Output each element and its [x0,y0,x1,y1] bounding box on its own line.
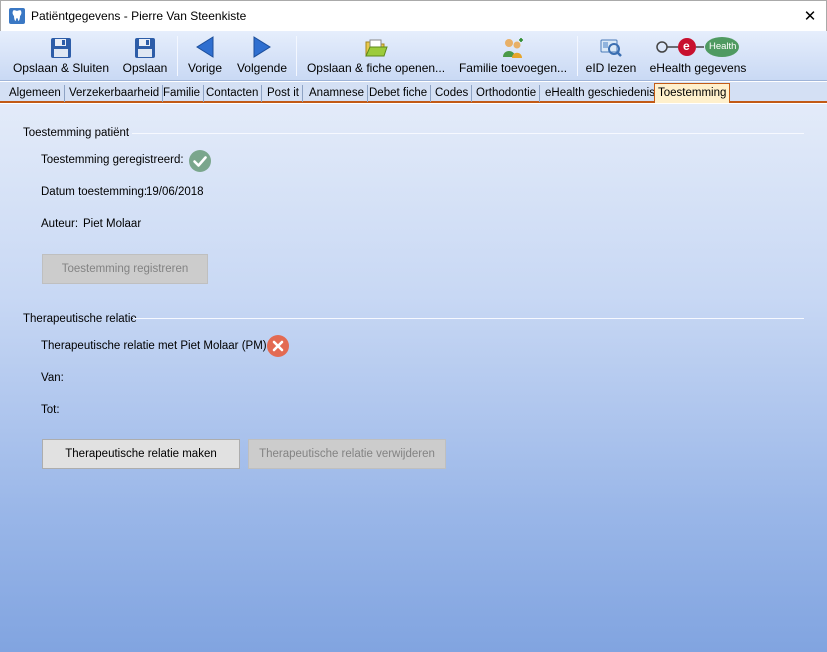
add-family-button[interactable]: Familie toevoegen... [456,31,570,81]
tab-orthodontie[interactable]: Orthodontie [473,85,541,102]
save-button[interactable]: Opslaan [120,31,170,81]
error-circle-icon [267,335,289,357]
consent-registered-label: Toestemming geregistreerd: [41,154,184,166]
therapeutic-group-title: Therapeutische relatie [23,313,137,325]
close-window-button[interactable]: ✕ [794,1,826,31]
next-label: Volgende [236,61,288,75]
save-label: Opslaan [122,61,168,75]
therapeutic-from-label: Van: [41,372,64,384]
consent-author-value: Piet Molaar [83,218,142,230]
tab-verzekerbaarheid[interactable]: Verzekerbaarheid [66,85,164,102]
remove-therapeutic-relation-button[interactable]: Therapeutische relatie verwijderen [248,439,446,469]
ehealth-logo-text: Health [709,41,737,52]
save-close-button[interactable]: Opslaan & Sluiten [12,31,110,81]
consent-author-label: Auteur: [41,218,79,230]
ehealth-data-button[interactable]: e Health eHealth gegevens [646,31,750,81]
therapeutic-to-label: Tot: [41,404,60,416]
arrow-left-icon [194,31,216,59]
toolbar-separator [177,36,178,76]
ehealth-logo-icon: e Health [656,31,740,59]
tab-post-it[interactable]: Post it [264,85,303,102]
toolbar-separator [296,36,297,76]
open-folder-icon [364,31,388,59]
save-open-card-label: Opslaan & fiche openen... [306,61,446,75]
tab-anamnese[interactable]: Anamnese [306,85,368,102]
consent-date-value: 19/06/2018 [146,186,204,198]
register-consent-button[interactable]: Toestemming registreren [42,254,208,284]
group-divider [132,133,804,134]
consent-date-label: Datum toestemming: [41,186,148,198]
close-icon: ✕ [803,8,817,25]
save-close-label: Opslaan & Sluiten [12,61,110,75]
id-card-magnifier-icon [599,31,623,59]
tab-codes[interactable]: Codes [432,85,473,102]
toolbar-separator [577,36,578,76]
consent-panel: Toestemming patiënt Toestemming geregist… [0,104,827,652]
next-button[interactable]: Volgende [234,31,290,81]
tab-contacten[interactable]: Contacten [203,85,263,102]
tab-familie[interactable]: Familie [160,85,205,102]
ehealth-data-label: eHealth gegevens [649,61,747,75]
arrow-right-icon [251,31,273,59]
tab-strip: Algemeen Verzekerbaarheid Familie Contac… [0,82,827,103]
check-circle-icon [189,150,211,172]
tab-algemeen[interactable]: Algemeen [6,85,65,102]
therapeutic-relation-label: Therapeutische relatie met Piet Molaar (… [41,340,270,352]
consent-group-title: Toestemming patiënt [23,127,130,139]
title-bar: Patiëntgegevens - Pierre Van Steenkiste … [0,0,827,31]
ehealth-logo-e: e [683,39,690,53]
tooth-app-icon [9,8,25,24]
window-title: Patiëntgegevens - Pierre Van Steenkiste [31,9,247,23]
eid-read-button[interactable]: eID lezen [584,31,638,81]
family-icon [500,31,526,59]
previous-label: Vorige [187,61,223,75]
eid-read-label: eID lezen [585,61,637,75]
floppy-disk-icon [134,31,156,59]
make-therapeutic-relation-button[interactable]: Therapeutische relatie maken [42,439,240,469]
toolbar: Opslaan & Sluiten Opslaan Vorige Volgend… [0,31,827,81]
save-open-card-button[interactable]: Opslaan & fiche openen... [304,31,448,81]
floppy-disk-icon [50,31,72,59]
group-divider [133,318,804,319]
tab-debet-fiche[interactable]: Debet fiche [366,85,432,102]
tab-ehealth-geschiedenis[interactable]: eHealth geschiedenis [542,85,659,102]
tab-toestemming[interactable]: Toestemming [654,83,731,103]
previous-button[interactable]: Vorige [184,31,226,81]
add-family-label: Familie toevoegen... [458,61,568,75]
